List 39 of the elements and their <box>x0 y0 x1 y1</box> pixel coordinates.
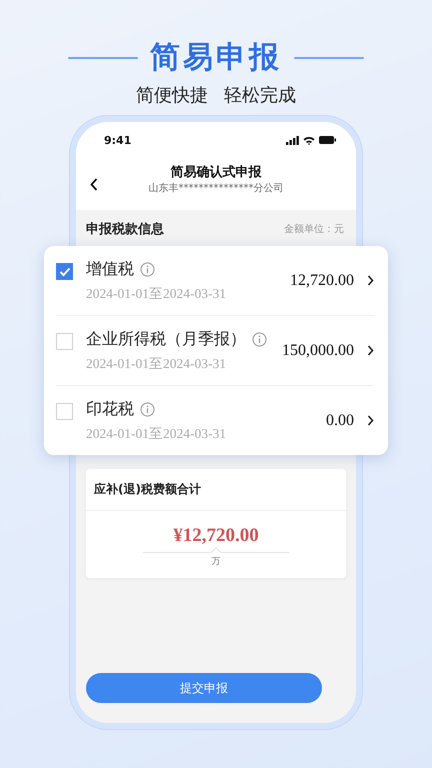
back-button[interactable] <box>88 176 100 192</box>
total-amount: ¥12,720.00 <box>173 525 259 547</box>
tax-name: 印花税 <box>86 398 134 420</box>
tax-period: 2024-01-01至2024-03-31 <box>86 424 227 442</box>
decorative-line <box>294 56 364 60</box>
decorative-line <box>68 56 138 60</box>
tax-period: 2024-01-01至2024-03-31 <box>86 354 227 372</box>
tax-period: 2024-01-01至2024-03-31 <box>86 284 227 302</box>
chevron-icon <box>367 345 374 356</box>
tagline: 简便快捷 <box>136 84 208 108</box>
summary-title: 应补(退)税费额合计 <box>86 469 346 511</box>
tax-row[interactable]: 增值税 2024-01-01至2024-03-31 12,720.00 <box>56 246 374 316</box>
company-name: 山东丰***************分公司 <box>148 182 284 196</box>
tagline: 轻松完成 <box>224 84 296 108</box>
tax-amount: 150,000.00 <box>282 342 354 360</box>
headline: 简易申报 <box>150 39 282 77</box>
status-time: 9:41 <box>104 134 132 146</box>
tax-row[interactable]: 企业所得税（月季报） 2024-01-01至2024-03-31 150,000.00 <box>56 316 374 386</box>
info-icon <box>140 262 155 276</box>
info-icon <box>140 402 155 416</box>
info-icon <box>252 332 267 346</box>
tax-name: 增值税 <box>86 258 134 280</box>
section-title: 申报税款信息 <box>86 221 164 238</box>
magnitude-label: 万 <box>212 556 220 568</box>
check-icon <box>58 266 70 276</box>
unit-label: 金额单位：元 <box>284 222 344 236</box>
tax-name: 企业所得税（月季报） <box>86 328 246 350</box>
page-title: 简易确认式申报 <box>170 164 262 182</box>
wifi-icon <box>303 136 315 144</box>
battery-icon <box>319 136 336 144</box>
back-icon <box>90 178 98 190</box>
chevron-icon <box>367 275 374 286</box>
tax-amount: 12,720.00 <box>290 272 354 290</box>
signal-icon <box>286 136 299 144</box>
tax-row[interactable]: 印花税 2024-01-01至2024-03-31 0.00 <box>56 386 374 455</box>
checkbox[interactable] <box>56 263 73 280</box>
tax-amount: 0.00 <box>326 412 354 430</box>
submit-button[interactable]: 提交申报 <box>86 673 322 703</box>
chevron-icon <box>367 415 374 426</box>
